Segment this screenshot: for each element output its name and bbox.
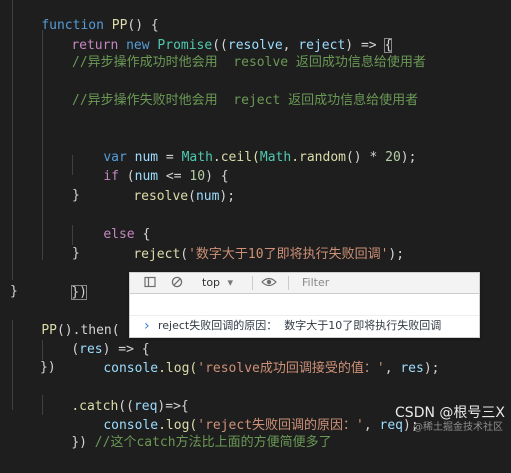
watermark-sub: @稀土掘金技术社区 xyxy=(413,422,503,433)
code-line: console.log('resolve成功回调接受的值：', res); xyxy=(72,339,439,376)
context-selector[interactable]: top ▾ xyxy=(202,275,233,290)
punctuation: ); xyxy=(219,189,236,204)
closing-brace: }) xyxy=(40,263,87,300)
keyword: new xyxy=(126,38,150,53)
closing-brace: }) xyxy=(40,360,56,375)
variable: res xyxy=(400,361,424,376)
class-name: Promise xyxy=(157,38,213,53)
variable: console xyxy=(103,361,159,376)
code-line: resolve(num); xyxy=(102,167,235,204)
punctuation: ); xyxy=(388,247,405,262)
toolbar-divider xyxy=(288,276,289,290)
code-line: PP().then( xyxy=(10,301,119,338)
code-line: .catch((req)=>{ xyxy=(40,377,188,414)
code-line: if (num <= 10) { xyxy=(72,147,228,184)
number-literal: 20 xyxy=(385,150,401,165)
closing-brace: } xyxy=(72,188,80,203)
console-toolbar: top ▾ xyxy=(130,273,481,294)
punctuation: , xyxy=(384,361,401,376)
string-literal: '数字大于10了即将执行失败回调' xyxy=(188,247,389,262)
toolbar-divider xyxy=(252,276,253,290)
context-label: top xyxy=(202,276,221,289)
code-line: reject('数字大于10了即将执行失败回调'); xyxy=(102,225,404,262)
method-name: .random xyxy=(291,150,346,165)
chevron-down-icon: ▾ xyxy=(227,276,234,289)
punctuation: ( xyxy=(188,189,196,204)
bracket-highlight: { xyxy=(384,38,393,53)
clear-console-icon[interactable] xyxy=(171,276,183,288)
console-filter-input[interactable] xyxy=(298,274,481,291)
closing-brace: } xyxy=(10,284,18,299)
code-line: }) //这个catch方法比上面的方便简便多了 xyxy=(40,413,331,450)
keyword: return xyxy=(71,38,119,53)
punctuation: () * xyxy=(345,150,386,165)
class-name: Math xyxy=(259,150,292,165)
code-editor[interactable]: function PP() { return new Promise((reso… xyxy=(0,0,511,450)
punctuation: }) xyxy=(71,435,95,450)
method-name: .log( xyxy=(158,361,198,376)
punctuation: (( xyxy=(212,38,228,53)
code-line: var num = Math.ceil(Math.random() * 20); xyxy=(72,128,416,165)
code-comment: //异步操作成功时他会用 resolve 返回成功信息给使用者 xyxy=(72,55,426,70)
variable: num xyxy=(195,189,220,204)
watermark: CSDN @根号三X xyxy=(395,405,505,421)
code-line: function PP() { xyxy=(10,0,158,33)
code-comment: //这个catch方法比上面的方便简便多了 xyxy=(94,435,332,450)
punctuation: ); xyxy=(400,150,417,165)
console-input-prompt[interactable]: › xyxy=(130,316,479,337)
sidebar-icon[interactable] xyxy=(144,276,156,288)
function-call: resolve xyxy=(133,189,189,204)
code-line: else { xyxy=(72,205,150,242)
string-literal: 'resolve成功回调接受的值：' xyxy=(197,361,385,376)
function-call: reject xyxy=(133,247,181,262)
parameter: resolve xyxy=(227,38,283,53)
punctuation: , xyxy=(282,38,299,53)
devtools-console-panel: top ▾ reject失败回调的原因： 数字大于10了即将执行失败回调 › xyxy=(129,272,481,338)
bracket-highlight: }) xyxy=(71,285,87,300)
parameter: reject xyxy=(298,38,346,53)
console-log-entry: reject失败回调的原因： 数字大于10了即将执行失败回调 xyxy=(130,294,479,332)
code-comment: //异步操作失败时他会用 reject 返回成功信息给使用者 xyxy=(72,93,419,108)
prompt-caret-icon: › xyxy=(144,318,150,334)
punctuation: , xyxy=(363,418,380,433)
punctuation: ) => xyxy=(345,38,385,53)
eye-icon[interactable] xyxy=(261,276,277,288)
closing-brace: } xyxy=(72,246,80,261)
punctuation: ); xyxy=(423,361,440,376)
punctuation: ( xyxy=(180,247,189,262)
code-line: return new Promise((resolve, reject) => … xyxy=(40,16,393,53)
